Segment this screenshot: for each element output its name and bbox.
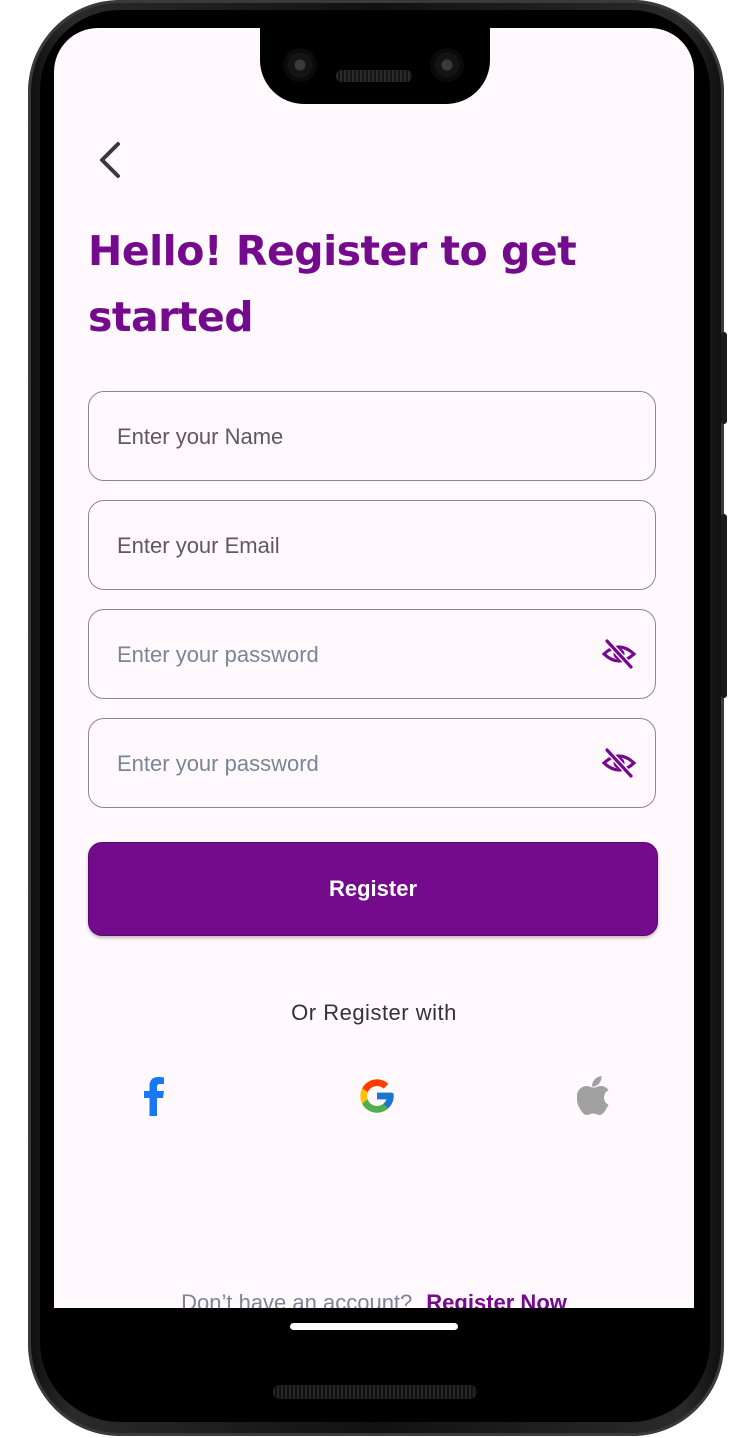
facebook-icon [144, 1077, 164, 1116]
password-visibility-toggle[interactable] [601, 638, 637, 670]
email-field [88, 500, 656, 591]
password-input[interactable] [115, 610, 579, 700]
home-indicator[interactable] [290, 1323, 458, 1330]
eye-off-icon [601, 638, 637, 670]
social-caption: Or Register with [291, 1000, 457, 1025]
confirm-password-visibility-toggle[interactable] [601, 747, 637, 779]
front-camera [430, 48, 464, 82]
footer-question: Don’t have an account? [181, 1290, 413, 1308]
chevron-left-icon [100, 142, 120, 178]
register-now-link[interactable]: Register Now [426, 1290, 567, 1308]
earpiece-speaker [336, 70, 412, 82]
name-input[interactable] [115, 392, 579, 482]
google-button[interactable] [355, 1074, 399, 1118]
eye-off-icon [601, 747, 637, 779]
confirm-password-field [88, 718, 656, 809]
email-input[interactable] [115, 501, 579, 591]
google-icon [360, 1079, 394, 1113]
power-button [721, 332, 727, 424]
back-button[interactable] [84, 134, 136, 186]
confirm-password-input[interactable] [115, 719, 579, 809]
password-field [88, 609, 656, 700]
volume-button [721, 514, 727, 698]
facebook-button[interactable] [132, 1074, 176, 1118]
apple-button[interactable] [573, 1074, 617, 1118]
page-title: Hello! Register to get started [88, 227, 577, 341]
register-button[interactable]: Register [88, 842, 658, 936]
name-field [88, 391, 656, 482]
app-screen: Hello! Register to get started Enter you… [54, 28, 694, 1308]
footer-prompt: Don’t have an account? Register Now [54, 1290, 694, 1308]
apple-icon [577, 1076, 609, 1115]
front-camera [283, 48, 317, 82]
bottom-speaker [273, 1385, 477, 1399]
